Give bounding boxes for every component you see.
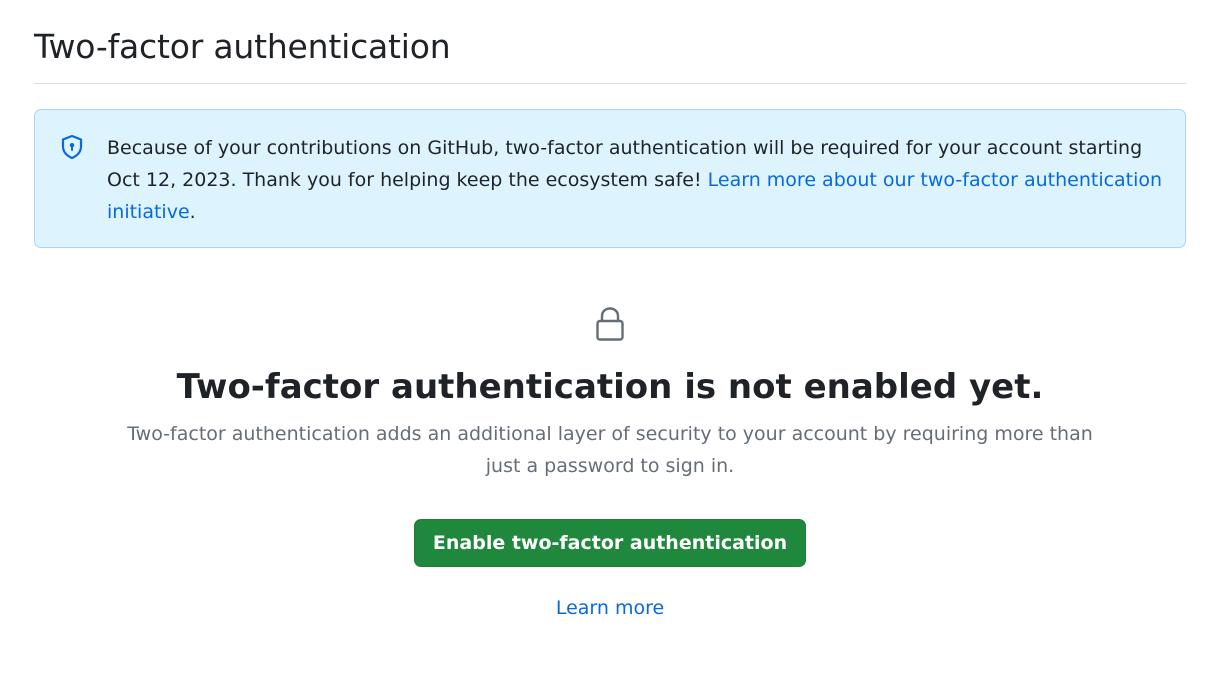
lock-icon — [34, 306, 1186, 342]
two-factor-required-notice: Because of your contributions on GitHub,… — [34, 109, 1186, 248]
notice-message: Because of your contributions on GitHub,… — [107, 132, 1167, 228]
notice-trailing-punctuation: . — [189, 201, 196, 223]
two-factor-settings-page: Two-factor authentication Because of you… — [0, 0, 1221, 674]
empty-state-heading: Two-factor authentication is not enabled… — [176, 367, 1044, 407]
learn-more-link[interactable]: Learn more — [34, 593, 1186, 623]
two-factor-empty-state: Two-factor authentication is not enabled… — [34, 300, 1186, 623]
shield-icon — [60, 134, 84, 160]
page-header: Two-factor authentication — [34, 22, 1186, 84]
page-title: Two-factor authentication — [34, 27, 451, 66]
enable-two-factor-button[interactable]: Enable two-factor authentication — [413, 519, 807, 567]
empty-state-description: Two-factor authentication adds an additi… — [127, 423, 1093, 477]
